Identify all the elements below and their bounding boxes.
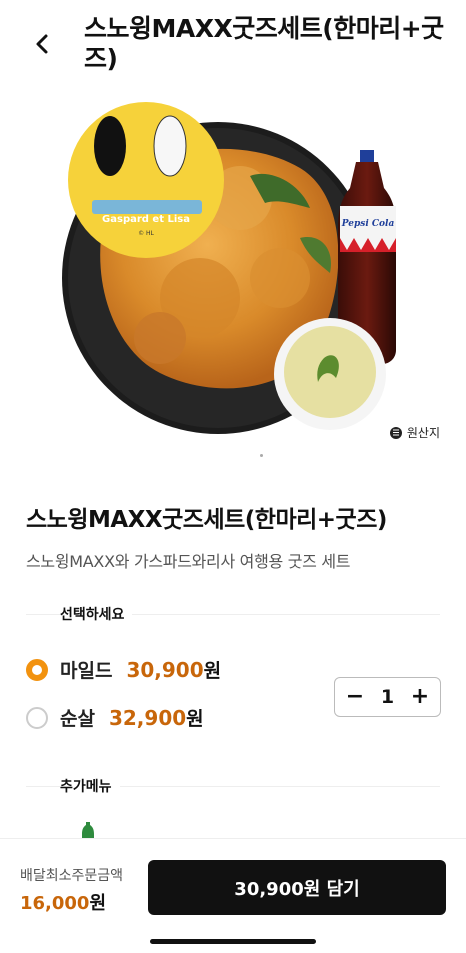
min-order-value: 16,000	[20, 893, 90, 914]
option-name: 순살	[60, 708, 95, 730]
bottle-label: Pepsi Cola	[341, 219, 395, 229]
origin-label: 원산지	[406, 426, 440, 440]
badge-sub: © HL	[138, 230, 154, 237]
addons-heading: 추가메뉴	[60, 776, 120, 796]
gaspard-lisa-badge: Gaspard et Lisa © HL	[68, 102, 224, 258]
increase-button[interactable]: +	[410, 686, 430, 708]
option-price: 32,900	[108, 705, 187, 730]
drink-icon	[82, 822, 94, 840]
option-boneless[interactable]: 순살 32,900 원	[26, 704, 204, 731]
radio-unchecked-icon[interactable]	[26, 706, 48, 729]
carousel-indicator	[260, 454, 263, 457]
min-order-label: 배달최소주문금액	[20, 868, 124, 884]
option-price-unit: 원	[186, 708, 204, 730]
header: 스노윙MAXX굿즈세트(한마리+굿즈)	[0, 0, 466, 82]
origin-info-link[interactable]: 원산지	[389, 424, 440, 441]
bottom-order-bar: 배달최소주문금액 16,000원 30,900원 담기	[0, 838, 466, 953]
quantity-stepper: − 1 +	[334, 677, 441, 717]
options-heading: 선택하세요	[60, 604, 133, 624]
home-indicator	[150, 939, 316, 944]
product-name: 스노윙MAXX굿즈세트(한마리+굿즈)	[26, 507, 387, 533]
page-title: 스노윙MAXX굿즈세트(한마리+굿즈)	[84, 14, 444, 73]
option-name: 마일드	[60, 660, 113, 682]
option-mild[interactable]: 마일드 30,900 원	[26, 656, 221, 683]
min-order-amount: 16,000원	[20, 889, 106, 915]
menu-icon	[389, 426, 402, 439]
decrease-button[interactable]: −	[345, 686, 365, 708]
radio-checked-icon[interactable]	[26, 658, 48, 681]
back-icon[interactable]	[28, 30, 56, 58]
option-price: 30,900	[126, 657, 204, 682]
product-description: 스노윙MAXX와 가스파드와리사 여행용 굿즈 세트	[26, 552, 351, 571]
quantity-value: 1	[380, 686, 395, 708]
min-order-unit: 원	[89, 893, 107, 914]
badge-text: Gaspard et Lisa	[102, 214, 190, 225]
option-price-unit: 원	[203, 660, 222, 682]
sauce-bowl-image	[274, 318, 386, 430]
product-image: Gaspard et Lisa © HL Pepsi Cola	[0, 88, 466, 448]
add-to-cart-button[interactable]: 30,900원 담기	[148, 860, 446, 915]
